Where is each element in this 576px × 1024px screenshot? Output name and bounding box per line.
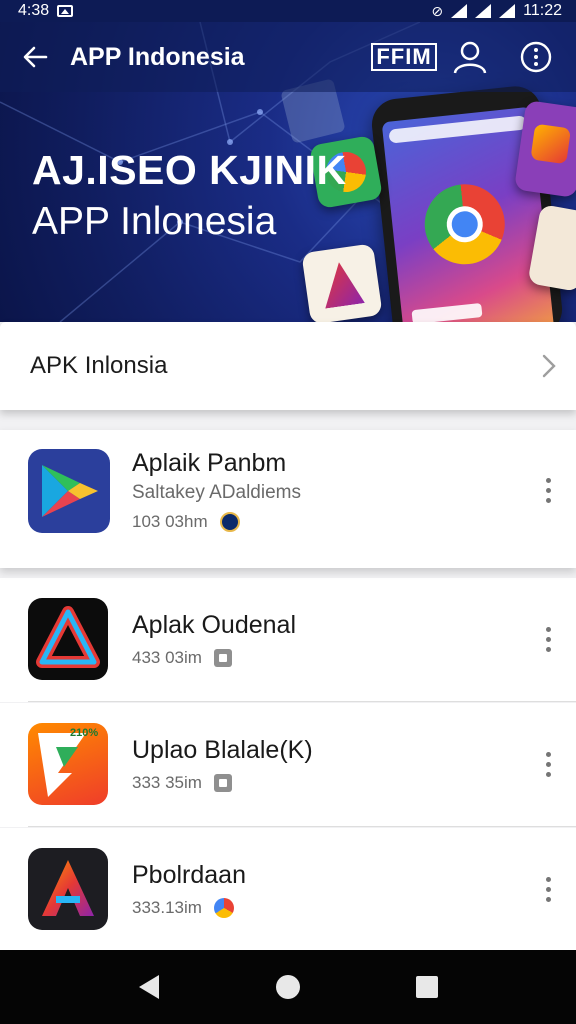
app-size: 433 03im	[132, 648, 202, 667]
section-header-apk[interactable]: APK Inlonsia	[0, 322, 576, 410]
nav-home-button[interactable]	[263, 962, 313, 1012]
app-info: Aplak Oudenal 433 03im	[132, 608, 296, 668]
app-meta: 333 35im	[132, 773, 313, 793]
app-size: 333.13im	[132, 898, 202, 917]
list-item[interactable]: Aplak Oudenal 433 03im	[0, 578, 576, 702]
app-title: APP Indonesia	[70, 42, 245, 71]
nav-recent-button[interactable]	[402, 962, 452, 1012]
play-store-app-icon	[28, 449, 110, 533]
app-developer: Saltakey ADaldiems	[132, 482, 301, 503]
app-info: Aplaik Panbm Saltakey ADaldiems 103 03hm	[132, 446, 301, 532]
app-more-button[interactable]	[538, 869, 558, 909]
orange-app-icon: 210%	[28, 723, 108, 805]
signal-icon	[475, 4, 492, 18]
wifi-icon	[451, 4, 468, 18]
app-type-badge-icon	[213, 649, 232, 667]
colorful-badge-icon	[213, 898, 234, 918]
verified-badge-icon	[219, 512, 240, 532]
signal-2-icon	[499, 4, 516, 18]
divider	[28, 826, 576, 827]
app-name: Aplaik Panbm	[132, 449, 287, 477]
chevron-right-icon	[542, 354, 556, 378]
back-button[interactable]	[18, 40, 52, 74]
more-circle-icon	[520, 41, 552, 73]
list-item[interactable]: 210% Uplao Blalale(K) 333 35im	[0, 703, 576, 827]
nav-recent-icon	[415, 976, 438, 998]
status-bar: 4:38 ⊘ 11:22	[0, 0, 576, 22]
nav-back-button[interactable]	[124, 962, 174, 1012]
divider	[28, 701, 576, 702]
app-name: Pbolrdaan	[132, 861, 246, 889]
status-left: 4:38	[18, 2, 74, 20]
list-item[interactable]: Pbolrdaan 333.13im	[0, 828, 576, 950]
app-size: 103 03hm	[132, 512, 208, 531]
section-title: APK Inlonsia	[30, 352, 168, 379]
nav-home-icon	[275, 975, 300, 999]
hero-banner: AJ.ISEO KJINIK APP Inlonesia APP Indones…	[0, 22, 576, 322]
more-options-button[interactable]	[514, 35, 558, 79]
status-right: ⊘ 11:22	[431, 2, 562, 20]
app-more-button[interactable]	[538, 744, 558, 784]
account-icon	[453, 41, 487, 74]
status-time: 4:38	[18, 2, 50, 19]
app-info: Pbolrdaan 333.13im	[132, 858, 246, 918]
app-more-button[interactable]	[538, 619, 558, 659]
colorful-app-card	[301, 243, 383, 322]
app-meta: 103 03hm	[132, 512, 301, 532]
triangle-app-icon	[28, 598, 108, 680]
app-type-badge-icon	[213, 774, 232, 792]
chrome-logo-icon	[420, 180, 509, 269]
hero-subtitle: APP Inlonesia	[32, 200, 277, 243]
account-button[interactable]	[448, 35, 492, 79]
hero-title: AJ.ISEO KJINIK	[32, 147, 347, 193]
app-meta: 433 03im	[132, 648, 296, 668]
logo-button[interactable]: FFIM	[371, 35, 437, 79]
app-bar: APP Indonesia FFIM	[0, 22, 576, 92]
letter-a-app-icon	[28, 848, 108, 930]
app-name: Aplak Oudenal	[132, 611, 297, 639]
nav-back-icon	[139, 975, 160, 999]
list-item[interactable]: Aplaik Panbm Saltakey ADaldiems 103 03hm	[0, 430, 576, 568]
status-clock: 11:22	[523, 2, 562, 19]
system-nav-bar	[0, 950, 576, 1024]
app-meta: 333.13im	[132, 898, 246, 918]
app-size: 333 35im	[132, 773, 202, 792]
back-arrow-icon	[23, 46, 48, 68]
brand-logo: FFIM	[371, 43, 437, 71]
app-info: Uplao Blalale(K) 333 35im	[132, 733, 313, 793]
app-name: Uplao Blalale(K)	[132, 736, 313, 764]
app-more-button[interactable]	[538, 470, 558, 510]
image-notification-icon	[57, 5, 74, 17]
dnd-icon: ⊘	[431, 2, 444, 19]
app-icon-label: 210%	[70, 727, 99, 739]
